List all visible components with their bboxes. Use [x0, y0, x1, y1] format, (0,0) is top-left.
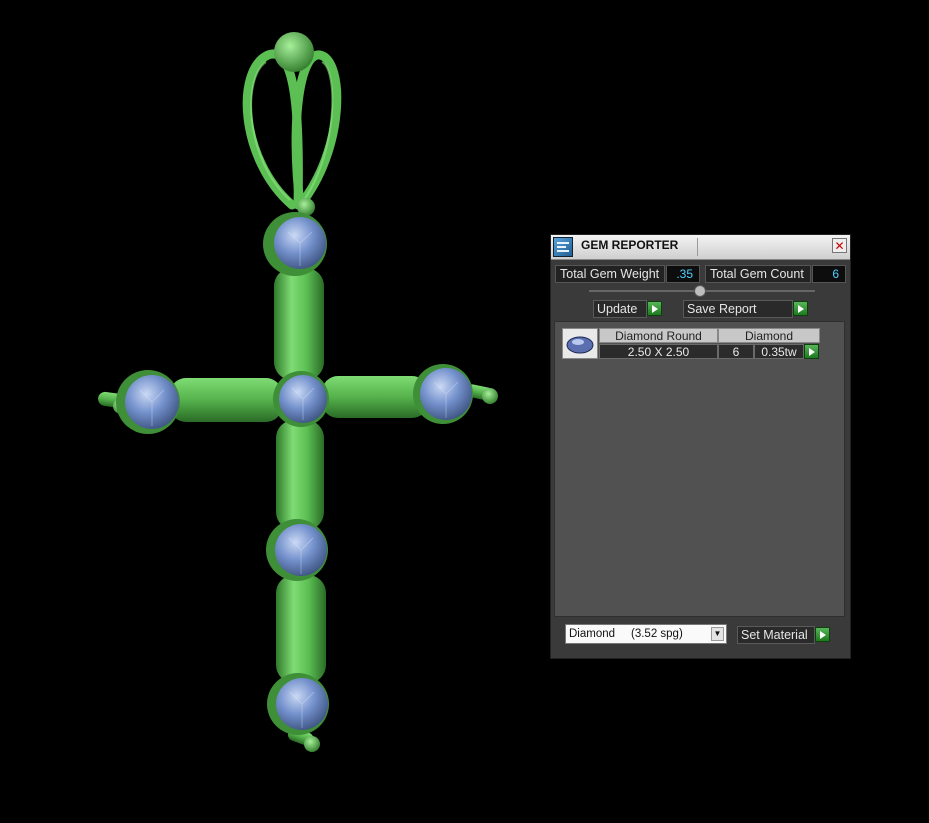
3d-viewport[interactable]: [0, 0, 540, 818]
material-select[interactable]: Diamond (3.52 spg) ▼: [565, 624, 727, 644]
cross-pendant-model: [98, 32, 498, 752]
save-report-button[interactable]: Save Report: [683, 300, 793, 318]
total-gem-weight-label: Total Gem Weight: [555, 265, 665, 283]
gem-reporter-icon: [553, 237, 573, 257]
total-gem-count-label: Total Gem Count: [705, 265, 811, 283]
material-select-value: Diamond (3.52 spg): [569, 628, 683, 640]
set-material-go-icon[interactable]: [815, 627, 830, 642]
panel-title: GEM REPORTER: [581, 238, 679, 252]
gem-row-go-icon[interactable]: [804, 344, 819, 359]
panel-titlebar[interactable]: GEM REPORTER ✕: [551, 235, 850, 260]
title-divider: [697, 238, 698, 256]
gem-size-cell: 2.50 X 2.50: [599, 344, 718, 359]
collapse-knob[interactable]: [694, 285, 706, 297]
chevron-down-icon[interactable]: ▼: [711, 627, 724, 641]
update-go-icon[interactable]: [647, 301, 662, 316]
total-gem-weight-value: .35: [666, 265, 700, 283]
gem-count-cell: 6: [718, 344, 754, 359]
gem-material-header: Diamond: [718, 328, 820, 343]
gem-weight-cell: 0.35tw: [754, 344, 804, 359]
set-material-button[interactable]: Set Material: [737, 626, 815, 644]
close-icon[interactable]: ✕: [832, 238, 847, 253]
bail-loop: [242, 49, 342, 210]
round-gem-icon[interactable]: [562, 328, 598, 359]
total-gem-count-value: 6: [812, 265, 846, 283]
gem-list[interactable]: Diamond Round Diamond 2.50 X 2.50 6 0.35…: [554, 321, 845, 617]
update-button[interactable]: Update: [593, 300, 647, 318]
save-report-go-icon[interactable]: [793, 301, 808, 316]
gem-reporter-panel: GEM REPORTER ✕ Total Gem Weight .35 Tota…: [550, 234, 851, 659]
gem-shape-header: Diamond Round: [599, 328, 718, 343]
